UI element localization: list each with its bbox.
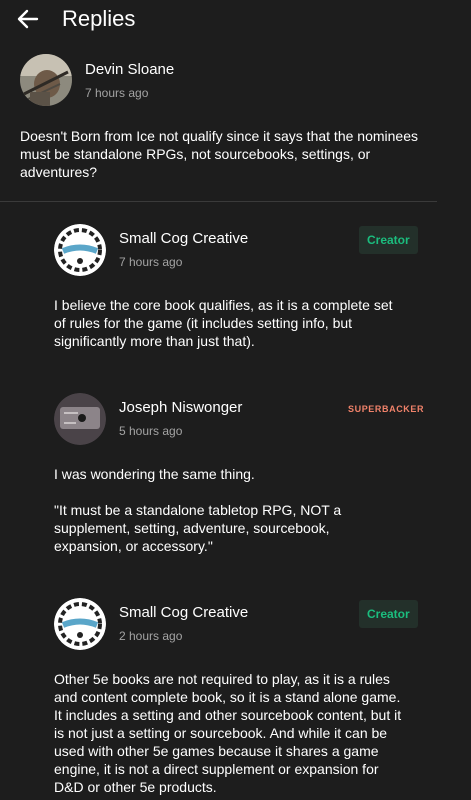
reply-quote: "It must be a standalone tabletop RPG, N…	[54, 502, 342, 554]
comment-time: 7 hours ago	[85, 86, 149, 100]
superbacker-badge: SUPERBACKER	[348, 404, 425, 414]
comment-author[interactable]: Devin Sloane	[85, 60, 174, 80]
back-button[interactable]	[14, 6, 42, 32]
small-cog-logo	[54, 598, 106, 650]
reply-time: 7 hours ago	[119, 255, 183, 269]
top-bar: Replies	[0, 0, 471, 40]
reply-time: 2 hours ago	[119, 629, 183, 643]
page-title: Replies	[62, 6, 136, 31]
avatar-small-cog[interactable]	[54, 598, 106, 650]
avatar-photo	[54, 393, 106, 445]
arrow-left-icon	[17, 9, 39, 29]
reply-text-line: I was wondering the same thing.	[54, 466, 255, 482]
reply-text: I believe the core book qualifies, as it…	[54, 297, 393, 349]
creator-badge: Creator	[359, 226, 418, 254]
creator-badge: Creator	[359, 600, 418, 628]
reply-text: Other 5e books are not required to play,…	[54, 671, 402, 795]
reply-text: I was wondering the same thing. "It must…	[54, 465, 384, 555]
reply-author[interactable]: Joseph Niswonger	[119, 398, 242, 418]
reply-time: 5 hours ago	[119, 424, 183, 438]
avatar-devin[interactable]	[20, 54, 72, 106]
divider	[0, 201, 437, 202]
avatar-photo	[20, 54, 72, 106]
comment-text: Doesn't Born from Ice not qualify since …	[20, 128, 418, 180]
avatar-small-cog[interactable]	[54, 224, 106, 276]
avatar-joseph[interactable]	[54, 393, 106, 445]
reply-author[interactable]: Small Cog Creative	[119, 603, 248, 623]
reply-author[interactable]: Small Cog Creative	[119, 229, 248, 249]
small-cog-logo	[54, 224, 106, 276]
